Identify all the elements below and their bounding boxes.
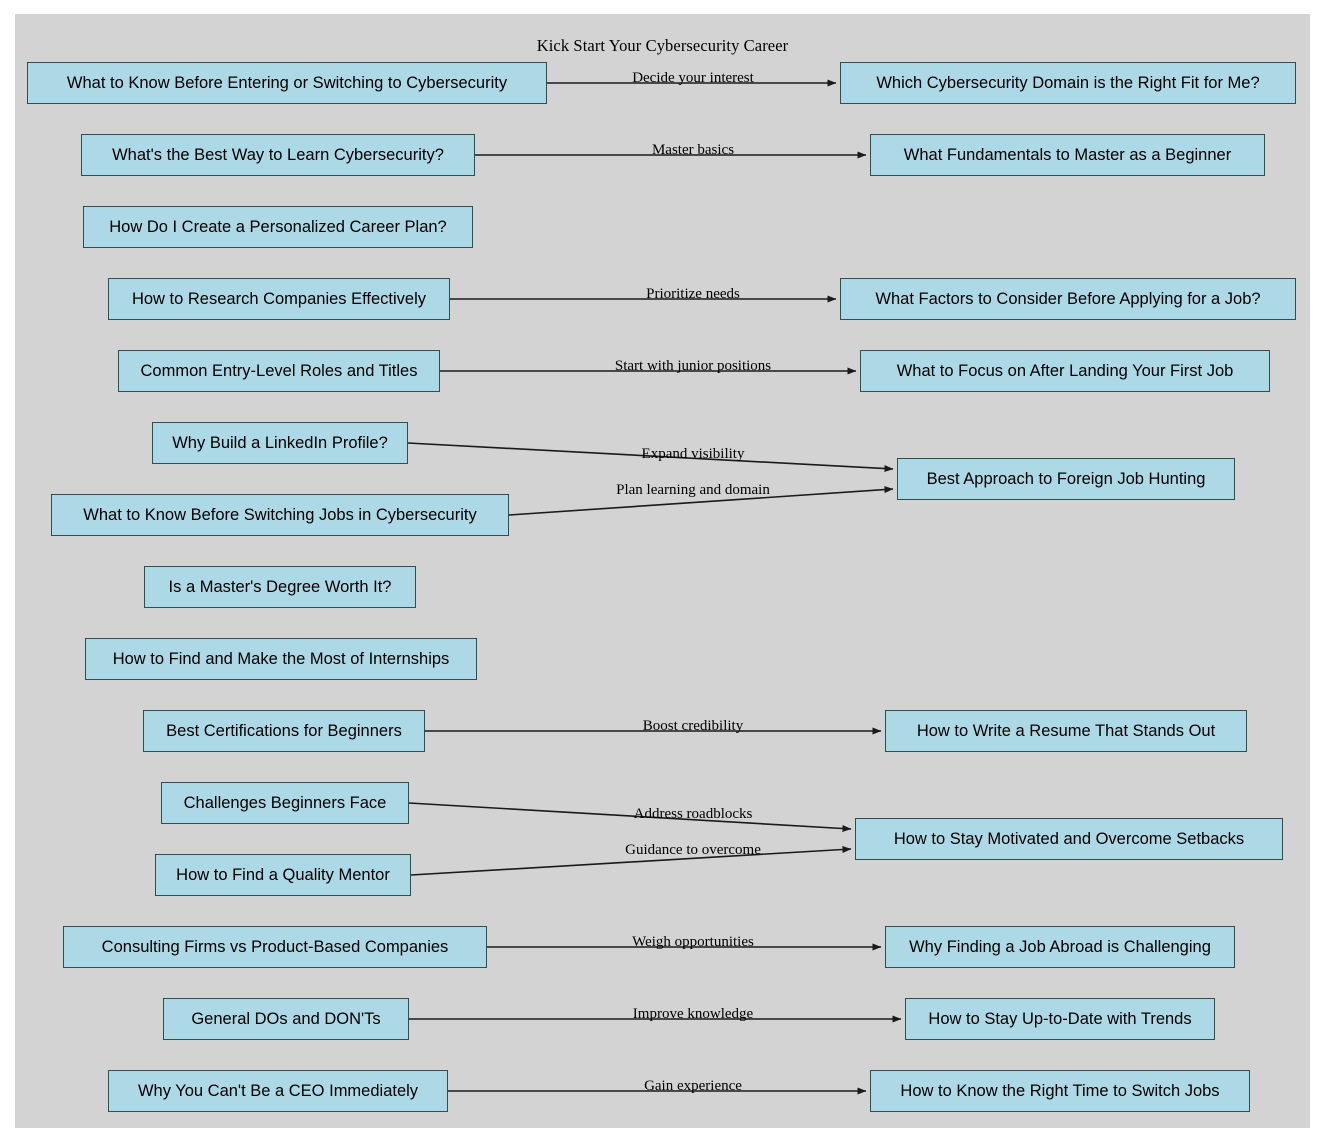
node-label: How to Stay Motivated and Overcome Setba…: [893, 829, 1245, 848]
node-label: How to Research Companies Effectively: [131, 289, 427, 308]
edge-label-n15-to-n16: Boost credibility: [642, 718, 744, 734]
node-label: Best Certifications for Beginners: [166, 721, 402, 740]
node-n18[interactable]: How to Stay Motivated and Overcome Setba…: [855, 818, 1283, 860]
node-label: Why Build a LinkedIn Profile?: [172, 433, 388, 452]
node-label: How to Stay Up-to-Date with Trends: [928, 1009, 1192, 1028]
node-label: How Do I Create a Personalized Career Pl…: [109, 217, 447, 236]
edge-label-n19-to-n18: Guidance to overcome: [625, 842, 761, 858]
node-label: Is a Master's Degree Worth It?: [168, 577, 392, 596]
node-n22[interactable]: General DOs and DON'Ts: [163, 998, 409, 1040]
node-n6[interactable]: How to Research Companies Effectively: [108, 278, 450, 320]
node-label: What Fundamentals to Master as a Beginne…: [903, 145, 1232, 164]
node-n10[interactable]: Why Build a LinkedIn Profile?: [152, 422, 408, 464]
node-label: What to Know Before Switching Jobs in Cy…: [83, 505, 477, 524]
node-n16[interactable]: How to Write a Resume That Stands Out: [885, 710, 1247, 752]
edge-label-n1-to-n2: Decide your interest: [632, 70, 754, 86]
node-label: Why You Can't Be a CEO Immediately: [137, 1081, 419, 1100]
node-label: How to Know the Right Time to Switch Job…: [900, 1081, 1220, 1100]
edge-label-n6-to-n7: Prioritize needs: [646, 286, 740, 302]
node-label: General DOs and DON'Ts: [191, 1009, 381, 1028]
node-label: What to Know Before Entering or Switchin…: [66, 73, 508, 92]
node-n23[interactable]: How to Stay Up-to-Date with Trends: [905, 998, 1215, 1040]
edge-label-n12-to-n11: Plan learning and domain: [616, 482, 770, 498]
node-n15[interactable]: Best Certifications for Beginners: [143, 710, 425, 752]
node-n8[interactable]: Common Entry-Level Roles and Titles: [118, 350, 440, 392]
node-label: Consulting Firms vs Product-Based Compan…: [101, 937, 449, 956]
node-n20[interactable]: Consulting Firms vs Product-Based Compan…: [63, 926, 487, 968]
node-label: Best Approach to Foreign Job Hunting: [926, 469, 1206, 488]
node-n17[interactable]: Challenges Beginners Face: [161, 782, 409, 824]
node-n24[interactable]: Why You Can't Be a CEO Immediately: [108, 1070, 448, 1112]
node-n14[interactable]: How to Find and Make the Most of Interns…: [85, 638, 477, 680]
node-n9[interactable]: What to Focus on After Landing Your Firs…: [860, 350, 1270, 392]
node-n25[interactable]: How to Know the Right Time to Switch Job…: [870, 1070, 1250, 1112]
node-label: Why Finding a Job Abroad is Challenging: [909, 937, 1211, 956]
edge-label-n17-to-n18: Address roadblocks: [633, 806, 753, 822]
node-label: Challenges Beginners Face: [183, 793, 387, 812]
node-n7[interactable]: What Factors to Consider Before Applying…: [840, 278, 1296, 320]
node-n5[interactable]: How Do I Create a Personalized Career Pl…: [83, 206, 473, 248]
node-label: How to Write a Resume That Stands Out: [916, 721, 1216, 740]
edge-n17-to-n18: [408, 802, 852, 832]
flowchart-page: Kick Start Your Cybersecurity Career Wha…: [0, 0, 1324, 1143]
node-n12[interactable]: What to Know Before Switching Jobs in Cy…: [51, 494, 509, 536]
node-n4[interactable]: What Fundamentals to Master as a Beginne…: [870, 134, 1265, 176]
node-label: What to Focus on After Landing Your Firs…: [896, 361, 1234, 380]
edge-label-n10-to-n11: Expand visibility: [641, 446, 745, 462]
node-n3[interactable]: What's the Best Way to Learn Cybersecuri…: [81, 134, 475, 176]
page-title: Kick Start Your Cybersecurity Career: [536, 36, 789, 55]
node-label: What Factors to Consider Before Applying…: [875, 289, 1261, 308]
node-label: What's the Best Way to Learn Cybersecuri…: [112, 145, 444, 164]
node-label: How to Find a Quality Mentor: [176, 865, 390, 884]
node-n19[interactable]: How to Find a Quality Mentor: [155, 854, 411, 896]
node-n2[interactable]: Which Cybersecurity Domain is the Right …: [840, 62, 1296, 104]
edge-label-n22-to-n23: Improve knowledge: [632, 1006, 754, 1022]
node-label: How to Find and Make the Most of Interns…: [112, 649, 450, 668]
node-n1[interactable]: What to Know Before Entering or Switchin…: [27, 62, 547, 104]
node-n11[interactable]: Best Approach to Foreign Job Hunting: [897, 458, 1235, 500]
edge-label-n3-to-n4: Master basics: [651, 142, 735, 158]
node-label: Which Cybersecurity Domain is the Right …: [876, 73, 1260, 92]
node-label: Common Entry-Level Roles and Titles: [140, 361, 418, 380]
edge-label-n24-to-n25: Gain experience: [644, 1078, 742, 1094]
node-n13[interactable]: Is a Master's Degree Worth It?: [144, 566, 416, 608]
edge-label-n20-to-n21: Weigh opportunities: [632, 934, 754, 950]
diagram-canvas: Kick Start Your Cybersecurity Career Wha…: [15, 14, 1310, 1128]
edge-label-n8-to-n9: Start with junior positions: [614, 358, 772, 374]
node-n21[interactable]: Why Finding a Job Abroad is Challenging: [885, 926, 1235, 968]
